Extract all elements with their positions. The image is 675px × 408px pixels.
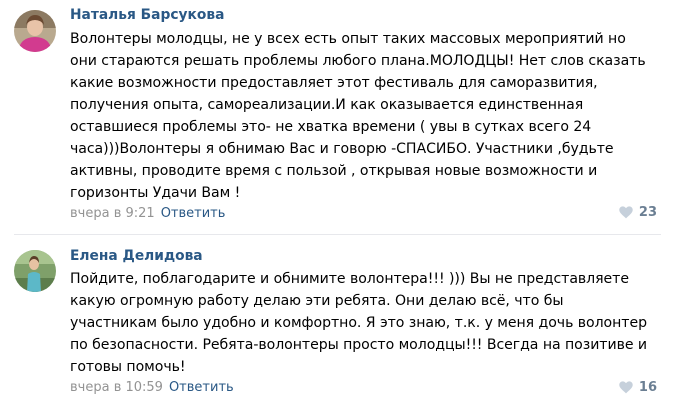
- comment-text-line: оставшиеся проблемы это- не хватка време…: [70, 119, 592, 135]
- avatar-photo: [14, 10, 56, 52]
- comment-divider: [14, 234, 661, 235]
- avatar[interactable]: [14, 10, 56, 52]
- comment-author[interactable]: Елена Делидова: [70, 248, 203, 264]
- avatar[interactable]: [14, 250, 56, 292]
- comment-text-line: Волонтеры молодцы, не у всех есть опыт т…: [70, 31, 626, 47]
- comment-text-line: горизонты Удачи Вам !: [70, 185, 241, 201]
- comment-meta: вчера в 10:59 Ответить: [70, 380, 234, 395]
- reply-link[interactable]: Ответить: [161, 206, 226, 221]
- comment-text-line: Пойдите, поблагодарите и обнимите волонт…: [70, 271, 629, 287]
- avatar-photo: [14, 250, 56, 292]
- comment-item: Наталья Барсукова Волонтеры молодцы, не …: [0, 0, 675, 232]
- comment-text-line: они стараются решать проблемы любого пла…: [70, 53, 646, 69]
- comment-meta: вчера в 9:21 Ответить: [70, 206, 225, 221]
- comment-text-line: участникам было удобно и комфортно. Я эт…: [70, 315, 647, 331]
- comment-text-line: получения опыта, самореализации.И как ок…: [70, 97, 584, 113]
- comment-text-line: активны, проводите время с пользой , отк…: [70, 163, 598, 179]
- comment-timestamp[interactable]: вчера в 9:21: [70, 206, 155, 221]
- comment-text-line: по безопасности. Ребята-волонтеры просто…: [70, 337, 647, 353]
- comment-timestamp[interactable]: вчера в 10:59: [70, 380, 163, 395]
- heart-icon: [619, 206, 633, 219]
- reply-link[interactable]: Ответить: [169, 380, 234, 395]
- comment-item: Елена Делидова Пойдите, поблагодарите и …: [0, 236, 675, 408]
- comment-text-line: какие возможности предоставляет этот фес…: [70, 75, 598, 91]
- like-button[interactable]: 16: [619, 380, 657, 395]
- comment-text-line: часа)))Волонтеры я обнимаю Вас и говорю …: [70, 141, 614, 157]
- comment-author[interactable]: Наталья Барсукова: [70, 7, 224, 23]
- like-count: 23: [638, 205, 657, 220]
- comment-text-line: какую огромную работу делаю эти ребята. …: [70, 293, 564, 309]
- like-count: 16: [638, 380, 657, 395]
- heart-icon: [619, 381, 633, 394]
- like-button[interactable]: 23: [619, 205, 657, 220]
- comment-text-line: готовы помочь!: [70, 359, 186, 375]
